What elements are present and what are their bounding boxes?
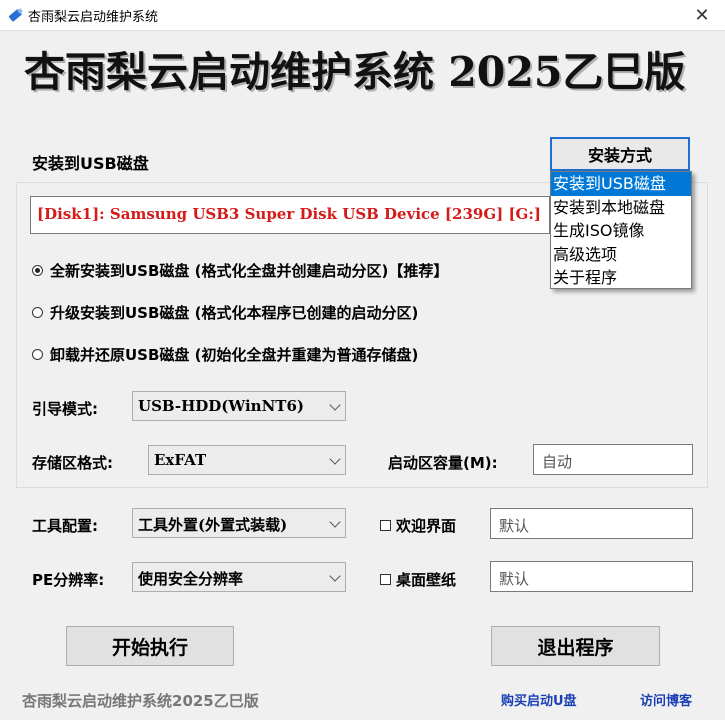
wallpaper-label: 桌面壁纸 (396, 571, 457, 589)
mode-item-iso[interactable]: 生成ISO镜像 (551, 219, 691, 243)
boot-size-value: 自动 (542, 453, 573, 471)
storage-format-select[interactable]: ExFAT (148, 445, 346, 475)
mode-item-usb[interactable]: 安装到USB磁盘 (551, 172, 691, 196)
wallpaper-checkbox-row[interactable]: 桌面壁纸 (380, 569, 456, 590)
buy-usb-link[interactable]: 购买启动U盘 (501, 690, 577, 709)
welcome-value: 默认 (499, 517, 530, 535)
close-button[interactable]: ✕ (679, 0, 725, 30)
tools-config-select[interactable]: 工具外置(外置式装载) (132, 508, 346, 538)
resolution-value: 使用安全分辨率 (138, 570, 244, 588)
welcome-label: 欢迎界面 (396, 517, 457, 535)
start-button[interactable]: 开始执行 (66, 626, 234, 666)
option-fresh-install-label: 全新安装到USB磁盘 (格式化全盘并创建启动分区)【推荐】 (50, 262, 449, 280)
tools-config-value: 工具外置(外置式装载) (138, 516, 288, 534)
welcome-checkbox[interactable] (380, 520, 391, 531)
banner-title: 杏雨梨云启动维护系统 2025乙巳版 (24, 48, 686, 96)
option-upgrade-install-label: 升级安装到USB磁盘 (格式化本程序已创建的启动分区) (50, 304, 419, 322)
option-uninstall-label: 卸载并还原USB磁盘 (初始化全盘并重建为普通存储盘) (50, 346, 419, 364)
chevron-down-icon (329, 516, 341, 528)
footer-text: 杏雨梨云启动维护系统2025乙巳版 (22, 692, 259, 710)
close-icon: ✕ (694, 4, 710, 26)
option-uninstall[interactable]: 卸载并还原USB磁盘 (初始化全盘并重建为普通存储盘) (32, 344, 418, 365)
welcome-input[interactable]: 默认 (490, 508, 693, 539)
mode-item-about[interactable]: 关于程序 (551, 266, 691, 290)
disk-select[interactable]: [Disk1]: Samsung USB3 Super Disk USB Dev… (30, 196, 550, 234)
resolution-label: PE分辨率: (32, 571, 105, 589)
boot-mode-select[interactable]: USB-HDD(WinNT6) (132, 391, 346, 421)
boot-mode-label: 引导模式: (32, 400, 98, 418)
usb-drive-icon (8, 8, 23, 22)
disk-value: [Disk1]: Samsung USB3 Super Disk USB Dev… (37, 205, 541, 223)
boot-size-input[interactable]: 自动 (533, 444, 693, 475)
resolution-select[interactable]: 使用安全分辨率 (132, 562, 346, 592)
tools-config-label: 工具配置: (32, 517, 98, 535)
storage-format-value: ExFAT (154, 451, 207, 469)
section-label: 安装到USB磁盘 (32, 154, 149, 173)
window-title: 杏雨梨云启动维护系统 (28, 10, 159, 25)
wallpaper-checkbox[interactable] (380, 574, 391, 585)
storage-format-label: 存储区格式: (32, 454, 113, 472)
visit-blog-link[interactable]: 访问博客 (640, 690, 692, 709)
welcome-checkbox-row[interactable]: 欢迎界面 (380, 515, 456, 536)
boot-size-label: 启动区容量(M): (388, 454, 498, 472)
wallpaper-input[interactable]: 默认 (490, 561, 693, 592)
exit-button[interactable]: 退出程序 (491, 626, 660, 666)
install-mode-button[interactable]: 安装方式 (550, 137, 690, 171)
boot-mode-value: USB-HDD(WinNT6) (138, 397, 304, 415)
radio-fresh-install[interactable] (32, 265, 43, 276)
radio-upgrade-install[interactable] (32, 307, 43, 318)
title-bar: 杏雨梨云启动维护系统 ✕ (0, 0, 725, 31)
chevron-down-icon (329, 399, 341, 411)
wallpaper-value: 默认 (499, 570, 530, 588)
mode-item-advanced[interactable]: 高级选项 (551, 243, 691, 267)
option-upgrade-install[interactable]: 升级安装到USB磁盘 (格式化本程序已创建的启动分区) (32, 302, 418, 323)
install-mode-menu: 安装到USB磁盘 安装到本地磁盘 生成ISO镜像 高级选项 关于程序 (550, 171, 692, 289)
radio-uninstall[interactable] (32, 349, 43, 360)
mode-item-local[interactable]: 安装到本地磁盘 (551, 196, 691, 220)
option-fresh-install[interactable]: 全新安装到USB磁盘 (格式化全盘并创建启动分区)【推荐】 (32, 260, 448, 281)
chevron-down-icon (329, 453, 341, 465)
chevron-down-icon (329, 570, 341, 582)
